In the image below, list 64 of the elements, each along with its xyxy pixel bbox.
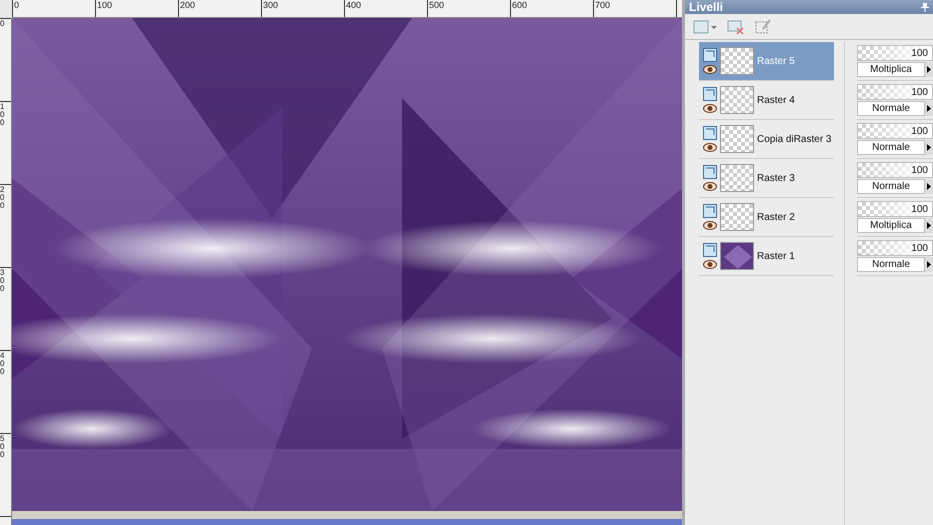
layer-row[interactable]: Raster 2: [699, 198, 834, 237]
blend-mode-dropdown[interactable]: Moltiplica: [857, 62, 925, 77]
blend-mode-dropdown[interactable]: Normale: [857, 101, 925, 116]
opacity-value: 100: [911, 86, 928, 100]
opacity-value: 100: [911, 242, 928, 256]
ruler-label: 500: [429, 0, 444, 10]
layer-icon[interactable]: [703, 165, 717, 179]
eye-icon[interactable]: [703, 143, 717, 152]
ruler-label: 600: [512, 0, 528, 10]
blend-mode-dropdown[interactable]: Moltiplica: [857, 218, 925, 233]
blend-mode-dropdown[interactable]: Normale: [857, 257, 925, 272]
ruler-label: 100: [97, 0, 112, 10]
opacity-slider[interactable]: 100: [857, 123, 933, 139]
layer-icon[interactable]: [703, 126, 717, 140]
layer-row[interactable]: Copia diRaster 3: [699, 120, 834, 159]
eye-icon[interactable]: [703, 182, 717, 191]
eye-icon[interactable]: [703, 260, 717, 269]
layer-thumbnail: [720, 242, 754, 270]
layer-row[interactable]: Raster 3: [699, 159, 834, 198]
layer-row[interactable]: Raster 1: [699, 237, 834, 276]
layer-thumbnail: [720, 125, 754, 153]
ruler-label: 0: [14, 0, 20, 10]
ruler-label: 400: [0, 352, 6, 376]
layer-name: Raster 1: [757, 250, 795, 264]
ruler-label: 400: [346, 0, 362, 10]
panel-title: Livelli: [689, 0, 724, 14]
ruler-label: 200: [0, 186, 6, 210]
pin-icon[interactable]: [921, 2, 929, 12]
layer-name: Raster 3: [757, 172, 795, 186]
eye-icon[interactable]: [703, 65, 717, 74]
opacity-slider[interactable]: 100: [857, 45, 933, 61]
layer-name: Raster 2: [757, 210, 795, 224]
ruler-label: 500: [0, 435, 6, 459]
layer-icon[interactable]: [703, 87, 717, 101]
blend-mode-dropdown[interactable]: Normale: [857, 179, 925, 194]
ruler-label: 200: [180, 0, 196, 10]
layer-thumbnail: [720, 86, 754, 114]
ruler-label: 700: [595, 0, 610, 10]
ruler-label: 300: [263, 0, 278, 10]
layer-thumbnail: [720, 164, 754, 192]
opacity-value: 100: [911, 124, 928, 138]
opacity-slider[interactable]: 100: [857, 240, 933, 256]
ruler-label: 300: [0, 269, 6, 293]
delete-layer-icon[interactable]: [727, 18, 745, 34]
layer-icon[interactable]: [703, 48, 717, 62]
layer-icon[interactable]: [703, 204, 717, 218]
layer-name: Raster 4: [757, 94, 795, 108]
opacity-slider[interactable]: 100: [857, 162, 933, 178]
layer-icon[interactable]: [703, 243, 717, 257]
layer-row[interactable]: Raster 4: [699, 81, 834, 120]
layer-name: Raster 5: [757, 54, 795, 68]
ruler-label: 100: [0, 103, 6, 127]
eye-icon[interactable]: [703, 104, 717, 113]
opacity-value: 100: [911, 46, 928, 60]
layer-thumbnail: [720, 47, 754, 75]
opacity-value: 100: [911, 202, 928, 216]
eye-icon[interactable]: [703, 221, 717, 230]
blend-mode-dropdown[interactable]: Normale: [857, 140, 925, 155]
ruler-label: 0: [0, 20, 6, 28]
opacity-slider[interactable]: 100: [857, 84, 933, 100]
layer-name: Copia diRaster 3: [757, 132, 832, 146]
layer-thumbnail: [720, 203, 754, 231]
opacity-value: 100: [911, 164, 928, 178]
opacity-slider[interactable]: 100: [857, 201, 933, 217]
